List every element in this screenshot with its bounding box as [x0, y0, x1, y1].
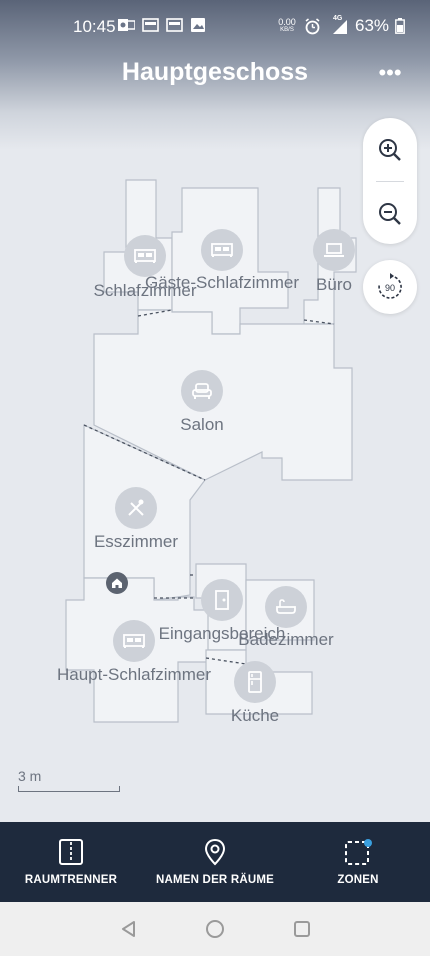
room-names-label: NAMEN DER RÄUME — [156, 874, 274, 886]
fridge-icon[interactable] — [234, 661, 276, 703]
zoom-out-button[interactable] — [363, 184, 417, 244]
home-nav-icon — [206, 920, 224, 938]
battery-percent: 63% — [355, 16, 390, 35]
news-icon — [142, 18, 159, 32]
bed-icon[interactable] — [201, 229, 243, 271]
status-bar: 10:45 0.00 KB/S 4G 63% — [0, 0, 430, 54]
back-button[interactable] — [116, 916, 142, 942]
rotate-label: 90 — [385, 283, 395, 293]
recents-icon — [294, 921, 310, 937]
signal-icon: 4G — [327, 15, 349, 35]
room-label-esszimmer: Esszimmer — [93, 532, 179, 551]
net-speed: 0.00 KB/S — [276, 18, 298, 34]
zoom-controls — [363, 118, 417, 244]
location-pin-icon — [204, 838, 226, 866]
zoom-in-button[interactable] — [363, 120, 417, 180]
room-label-buero: Büro — [316, 275, 352, 294]
armchair-icon[interactable] — [181, 370, 223, 412]
status-time: 10:45 — [73, 17, 116, 36]
recents-button[interactable] — [289, 916, 315, 942]
zoom-in-icon — [379, 139, 401, 161]
rotate-icon: 90 — [378, 273, 402, 299]
rotate-button[interactable]: 90 — [363, 260, 417, 314]
bathtub-icon[interactable] — [265, 586, 307, 628]
outlook-icon — [118, 19, 135, 31]
more-options-button[interactable]: ••• — [372, 60, 408, 86]
room-divider-button[interactable]: RAUMTRENNER — [20, 822, 122, 902]
home-icon[interactable] — [106, 572, 128, 594]
zoom-divider — [376, 181, 404, 182]
zones-button[interactable]: ZONEN — [318, 822, 398, 902]
room-label-badezimmer: Badezimmer — [238, 630, 334, 649]
laptop-icon[interactable] — [313, 229, 355, 271]
image-icon — [191, 18, 205, 32]
home-nav-button[interactable] — [202, 916, 228, 942]
room-label-gaeste-schlafzimmer: Gäste-Schlafzimmer — [145, 273, 299, 292]
room-label-salon: Salon — [180, 415, 224, 434]
system-nav-bar — [0, 902, 430, 956]
scale-bar — [18, 786, 120, 792]
net-speed-value: 0.00 — [278, 17, 296, 27]
bed-icon[interactable] — [113, 620, 155, 662]
news-icon — [166, 18, 183, 32]
page-title: Hauptgeschoss — [121, 58, 309, 86]
room-label-haupt-schlafzimmer: Haupt-Schlafzimmer — [57, 665, 211, 684]
back-icon — [122, 921, 135, 937]
room-divider-label: RAUMTRENNER — [24, 874, 118, 886]
scale-label: 3 m — [18, 768, 42, 784]
cutlery-icon[interactable] — [115, 487, 157, 529]
battery-icon — [395, 18, 405, 34]
zoom-out-icon — [379, 203, 401, 225]
bottom-action-bar: RAUMTRENNER NAMEN DER RÄUME ZONEN — [0, 822, 430, 902]
zones-label: ZONEN — [337, 874, 379, 886]
door-icon[interactable] — [201, 579, 243, 621]
net-speed-unit: KB/S — [280, 27, 294, 33]
bed-icon[interactable] — [124, 235, 166, 277]
alarm-icon — [305, 17, 320, 34]
room-names-button[interactable]: NAMEN DER RÄUME — [155, 822, 275, 902]
room-divider-icon — [59, 839, 83, 865]
zones-icon — [345, 839, 372, 865]
room-label-kueche: Küche — [230, 706, 280, 725]
